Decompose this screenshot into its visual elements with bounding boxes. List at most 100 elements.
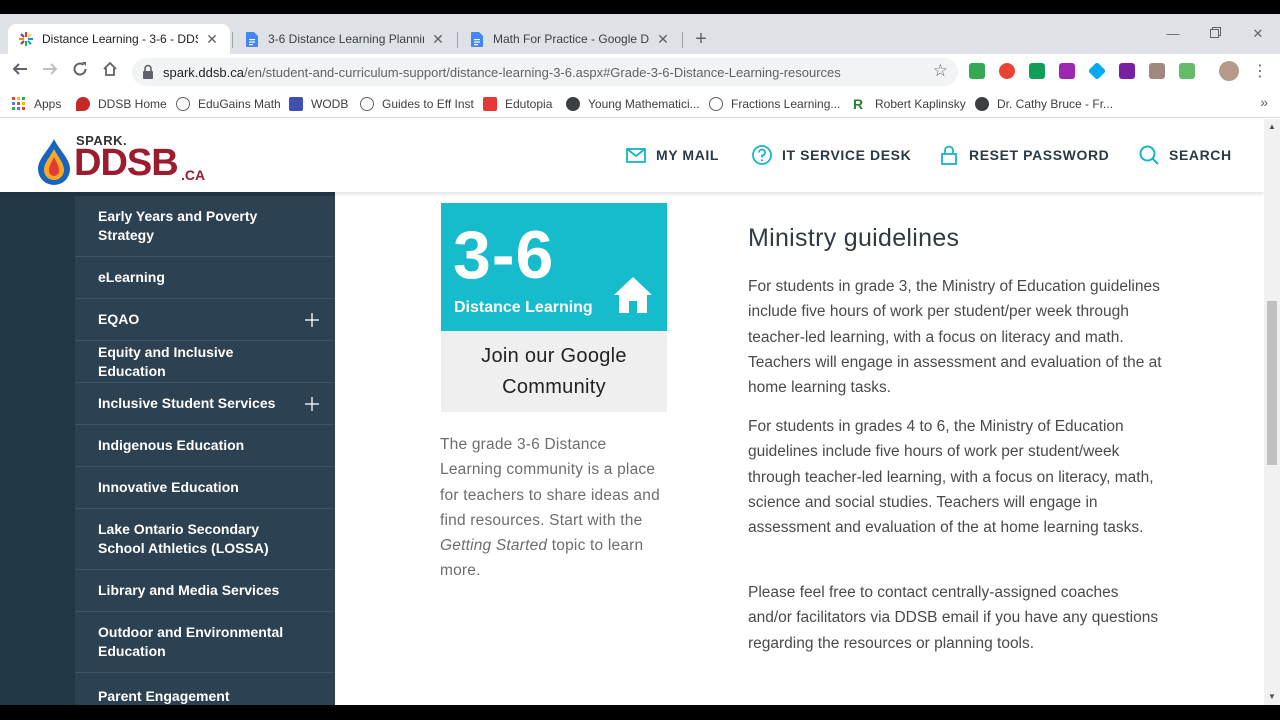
grades-4-6-paragraph: For students in grades 4 to 6, the Minis… — [748, 418, 1154, 537]
bookmark-label: Robert Kaplinsky — [875, 97, 966, 111]
sidebar-item-indigenous[interactable]: Indigenous Education — [75, 425, 335, 467]
sidebar-item-eqao[interactable]: EQAO — [75, 299, 335, 341]
url-path: /en/student-and-curriculum-support/dista… — [243, 65, 841, 80]
minimize-icon[interactable]: — — [1158, 24, 1188, 44]
world-icon — [975, 97, 989, 111]
banner-grade-text: 3-6 — [453, 217, 555, 293]
extension-violet-icon[interactable] — [1119, 63, 1135, 79]
sidebar-item-equity[interactable]: Equity and Inclusive Education — [75, 341, 335, 383]
sidebar-item-innovative[interactable]: Innovative Education — [75, 467, 335, 509]
my-mail-label: MY MAIL — [656, 147, 720, 163]
lock-icon[interactable] — [142, 64, 154, 80]
bookmark-young-mathematicians[interactable]: Young Mathematici... — [566, 95, 700, 113]
bookmark-apps[interactable]: Apps — [12, 95, 61, 113]
bookmark-guides-to-eff-inst[interactable]: Guides to Eff Inst — [360, 95, 474, 113]
extension-purple-icon[interactable] — [1059, 63, 1075, 79]
close-tab-icon[interactable]: ✕ — [655, 31, 671, 47]
extension-lightgreen-icon[interactable] — [1179, 63, 1195, 79]
tab-title: Math For Practice - Google Docs — [493, 32, 649, 46]
menu-dots-icon[interactable]: ⋮ — [1248, 60, 1272, 84]
community-description: The grade 3-6 Distance Learning communit… — [440, 432, 670, 584]
tab-title: Distance Learning - 3-6 - DDSB S — [42, 32, 198, 46]
bookmark-label: WODB — [311, 97, 349, 111]
sidebar-nav: Early Years and Poverty Strategy eLearni… — [75, 196, 335, 705]
bookmark-edutopia[interactable]: Edutopia — [483, 95, 552, 113]
close-tab-icon[interactable]: ✕ — [430, 31, 446, 47]
url-text: spark.ddsb.ca/en/student-and-curriculum-… — [163, 65, 841, 80]
search-link[interactable]: SEARCH — [1138, 144, 1232, 166]
bookmark-dr-cathy-bruce[interactable]: Dr. Cathy Bruce - Fr... — [975, 95, 1113, 113]
screen: { "browser": { "tabs": [ {"title": "Dist… — [0, 0, 1280, 720]
tab-divider — [457, 32, 458, 48]
banner-subtitle: Distance Learning — [454, 299, 593, 316]
bookmark-robert-kaplinsky[interactable]: R Robert Kaplinsky — [853, 95, 966, 113]
spark-icon — [18, 31, 34, 47]
restore-icon[interactable] — [1200, 24, 1230, 44]
google-docs-icon — [469, 31, 485, 47]
sidebar-item-lossa[interactable]: Lake Ontario Secondary School Athletics … — [75, 509, 335, 570]
edutopia-icon — [483, 97, 497, 111]
tab-distance-learning[interactable]: Distance Learning - 3-6 - DDSB S ✕ — [8, 24, 230, 54]
scroll-up-icon[interactable]: ▲ — [1268, 123, 1276, 131]
back-icon[interactable] — [8, 60, 32, 84]
distance-learning-banner[interactable]: 3-6 Distance Learning — [441, 203, 667, 331]
sidebar-item-library[interactable]: Library and Media Services — [75, 570, 335, 612]
extension-blue-icon[interactable] — [1087, 61, 1107, 81]
sidebar-item-label: Equity and Inclusive Education — [98, 343, 234, 379]
my-mail-link[interactable]: MY MAIL — [625, 144, 719, 166]
tab-planning-doc[interactable]: 3-6 Distance Learning Planning F ✕ — [234, 24, 456, 54]
scrollbar-thumb[interactable] — [1267, 301, 1277, 465]
extension-green-icon[interactable] — [1029, 63, 1045, 79]
address-bar[interactable]: spark.ddsb.ca/en/student-and-curriculum-… — [132, 58, 958, 86]
scroll-down-icon[interactable]: ▼ — [1268, 693, 1276, 701]
url-host: spark.ddsb.ca — [163, 65, 244, 80]
classroom-extension-icon[interactable] — [969, 63, 985, 79]
bookmark-label: EduGains Math — [198, 97, 281, 111]
reload-icon[interactable] — [68, 60, 92, 84]
bookmark-label: Edutopia — [505, 97, 553, 111]
bookmark-label: DDSB Home — [98, 97, 167, 111]
ddsb-logo[interactable]: SPARK. DDSB .CA — [36, 129, 216, 185]
avatar[interactable] — [1219, 61, 1239, 81]
close-window-icon[interactable]: ✕ — [1243, 24, 1273, 44]
tab-divider — [232, 32, 233, 48]
it-service-desk-link[interactable]: IT SERVICE DESK — [751, 144, 911, 166]
sidebar-item-label: Parent Engagement — [98, 688, 230, 704]
mail-icon — [626, 148, 646, 163]
bookmarks-overflow-icon[interactable]: » — [1260, 94, 1268, 110]
extension-red-icon[interactable] — [999, 63, 1015, 79]
expand-plus-icon[interactable] — [303, 395, 321, 413]
home-icon[interactable] — [98, 60, 122, 84]
reset-password-label: RESET PASSWORD — [969, 147, 1110, 163]
flame-logo-icon — [38, 139, 70, 185]
sidebar-item-parent-engagement[interactable]: Parent Engagement — [75, 673, 335, 705]
help-circle-icon — [752, 145, 772, 165]
sidebar-item-early-years[interactable]: Early Years and Poverty Strategy — [75, 196, 335, 257]
bookmark-star-icon[interactable]: ☆ — [933, 61, 948, 81]
bookmark-wodb[interactable]: WODB — [289, 95, 348, 113]
bookmark-edugains-math[interactable]: EduGains Math — [176, 95, 281, 113]
world-icon — [566, 97, 580, 111]
sidebar-item-elearning[interactable]: eLearning — [75, 257, 335, 299]
extension-pdf-icon[interactable] — [1149, 63, 1165, 79]
google-community-link[interactable]: Join our Google Community — [441, 331, 667, 412]
new-tab-button[interactable]: + — [690, 28, 712, 50]
globe-icon — [709, 97, 723, 111]
sidebar-item-outdoor[interactable]: Outdoor and Environmental Education — [75, 612, 335, 673]
expand-plus-icon[interactable] — [303, 311, 321, 329]
forward-icon[interactable] — [38, 60, 62, 84]
page-scrollbar[interactable]: ▲ ▼ — [1264, 119, 1280, 705]
logo-ca-text: .CA — [181, 167, 206, 183]
tab-math-practice-doc[interactable]: Math For Practice - Google Docs ✕ — [459, 24, 681, 54]
ministry-guidelines-heading: Ministry guidelines — [748, 224, 960, 252]
sidebar-item-label: Lake Ontario Secondary School Athletics … — [98, 521, 269, 556]
bookmark-fractions-learning[interactable]: Fractions Learning... — [709, 95, 840, 113]
sidebar-item-inclusive-student-services[interactable]: Inclusive Student Services — [75, 383, 335, 425]
top-bezel — [0, 0, 1280, 14]
main-content: 3-6 Distance Learning Join our Google Co… — [335, 192, 1264, 705]
reset-password-link[interactable]: RESET PASSWORD — [938, 144, 1109, 166]
bookmark-ddsb-home[interactable]: DDSB Home — [76, 95, 167, 113]
sidebar-item-label: Indigenous Education — [98, 437, 245, 453]
close-tab-icon[interactable]: ✕ — [204, 31, 220, 47]
contact-paragraph: Please feel free to contact centrally-as… — [748, 584, 1159, 652]
